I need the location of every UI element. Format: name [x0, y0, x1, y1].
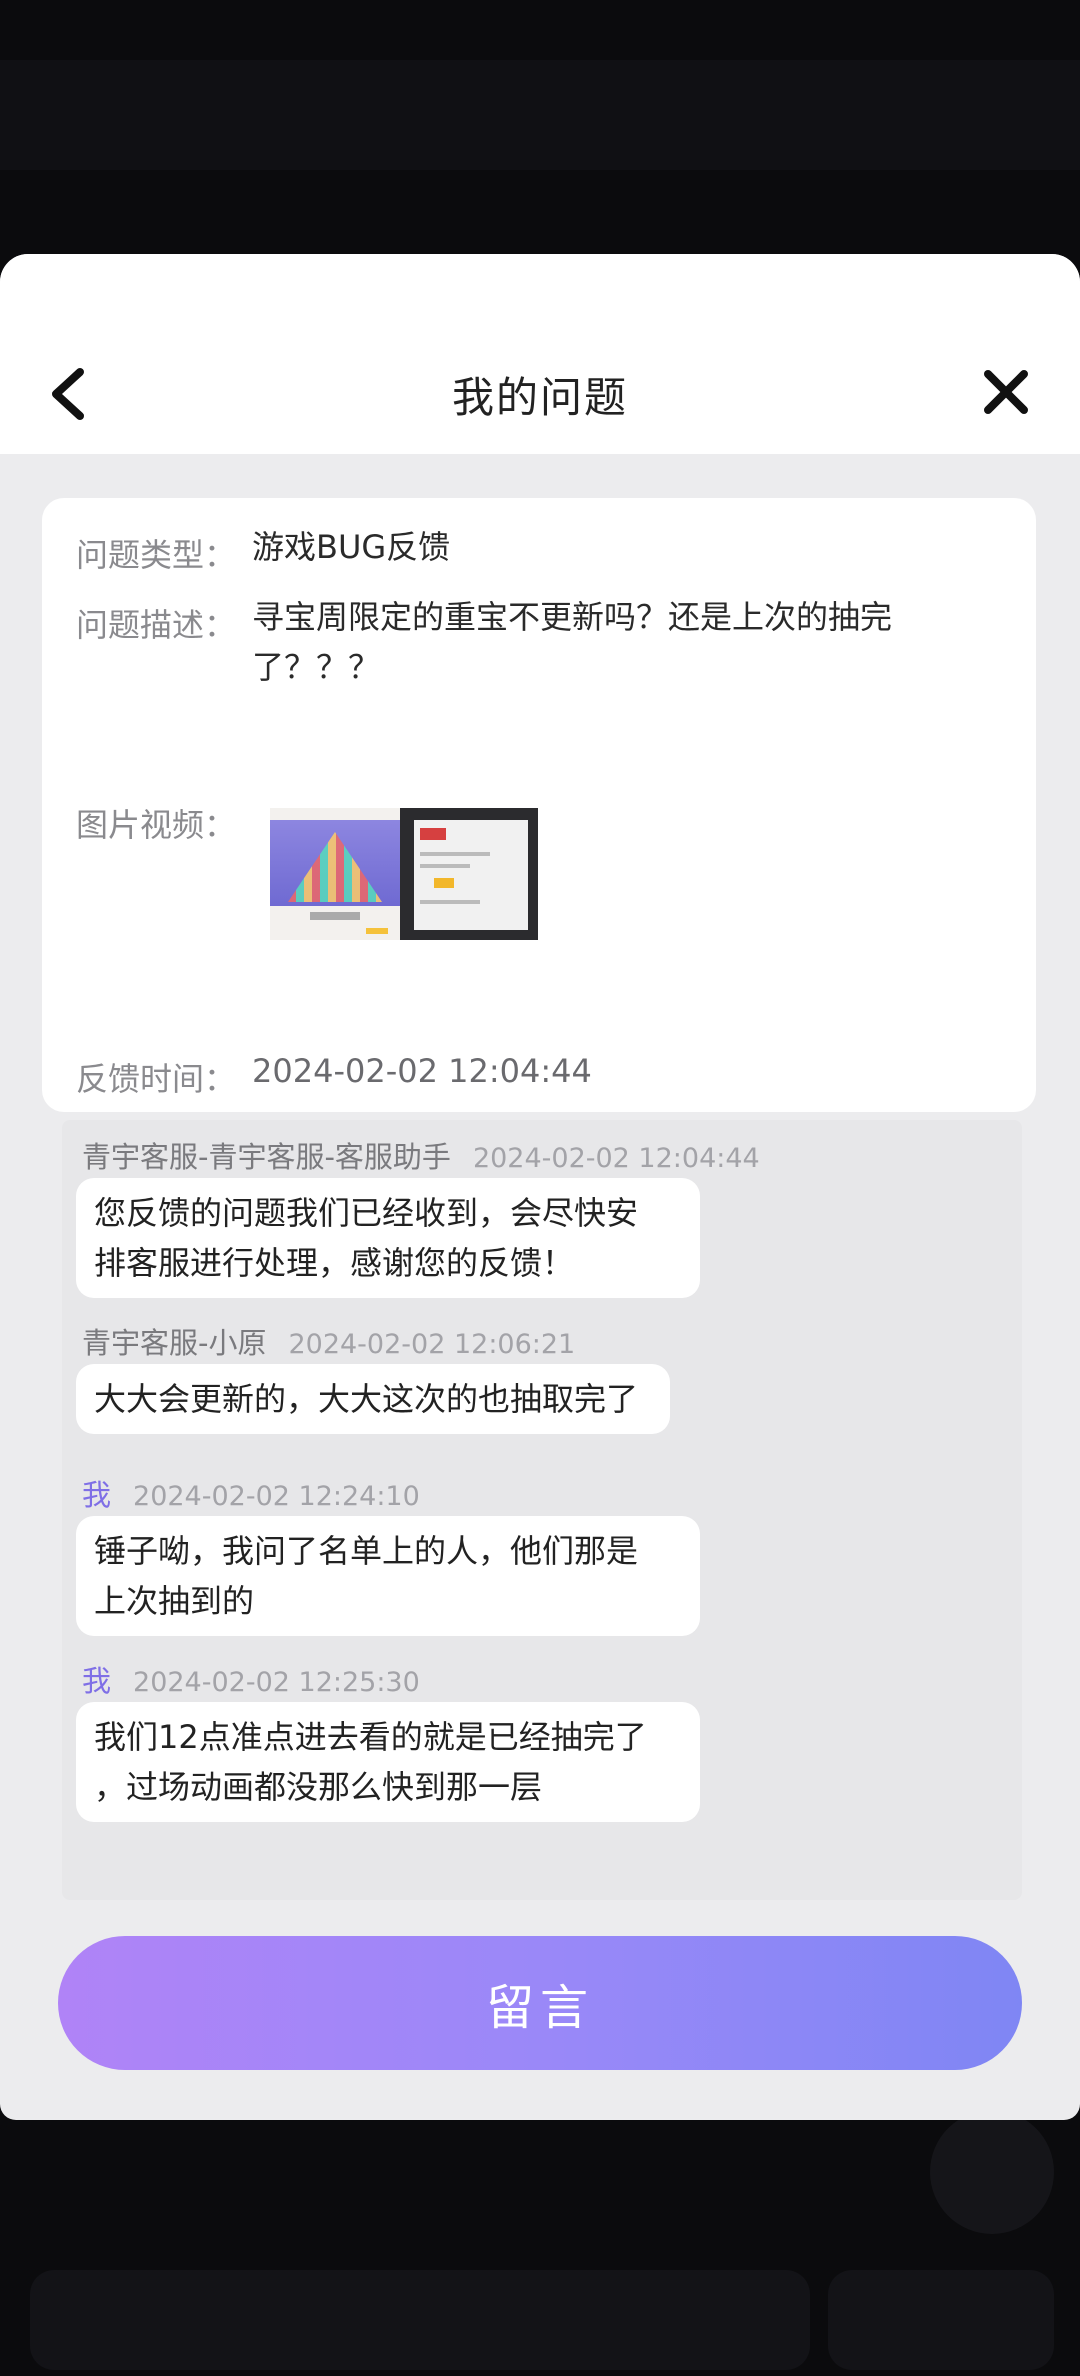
message-text-line: 上次抽到的 [94, 1582, 255, 1620]
message-text-line: 您反馈的问题我们已经收到，会尽快安 [94, 1194, 639, 1232]
message-text-line: ，过场动画都没那么快到那一层 [94, 1768, 543, 1806]
issue-type-label: 问题类型： [76, 536, 237, 574]
message-sender: 青宇客服-小原 [82, 1326, 267, 1360]
message-time: 2024-02-02 12:25:30 [133, 1667, 420, 1698]
my-issue-sheet: 我的问题 问题类型： 游戏BUG反馈 问题描述： 寻宝周限定的重宝不更新吗？还是… [0, 254, 1080, 2120]
message-text-line: 我们12点准点进去看的就是已经抽完了 [94, 1718, 647, 1756]
background-floating-button [930, 2110, 1054, 2234]
message-bubble: 锤子呦，我问了名单上的人，他们那是 上次抽到的 [76, 1516, 700, 1636]
message-sender: 我 [82, 1664, 112, 1698]
background-send-button [828, 2270, 1054, 2370]
message-bubble: 大大会更新的，大大这次的也抽取完了 [76, 1364, 670, 1434]
background-input-bar [30, 2270, 810, 2370]
issue-type-value: 游戏BUG反馈 [252, 528, 451, 566]
feedback-time-label: 反馈时间： [76, 1060, 237, 1098]
message-header: 青宇客服-小原 2024-02-02 12:06:21 [82, 1320, 575, 1362]
message-header: 我 2024-02-02 12:25:30 [82, 1658, 420, 1700]
message-time: 2024-02-02 12:04:44 [472, 1143, 760, 1174]
background-app-header [0, 60, 1080, 170]
message-text-line: 大大会更新的，大大这次的也抽取完了 [94, 1380, 639, 1418]
leave-message-button[interactable]: 留言 [58, 1936, 1022, 2070]
message-text-line: 排客服进行处理，感谢您的反馈！ [94, 1244, 575, 1282]
media-thumbnail-2[interactable] [400, 808, 538, 940]
close-icon[interactable] [980, 366, 1032, 418]
media-thumbnail-1[interactable] [270, 808, 400, 940]
page-title: 我的问题 [451, 373, 628, 422]
issue-desc-label: 问题描述： [76, 606, 237, 644]
message-time: 2024-02-02 12:24:10 [133, 1481, 420, 1512]
issue-desc-value: 寻宝周限定的重宝不更新吗？还是上次的抽完了？？？ [252, 598, 893, 686]
sheet-header: 我的问题 [0, 254, 1080, 454]
message-header: 青宇客服-青宇客服-客服助手 2024-02-02 12:04:44 [82, 1134, 760, 1176]
message-sender: 青宇客服-青宇客服-客服助手 [82, 1140, 451, 1174]
issue-info-card: 问题类型： 游戏BUG反馈 问题描述： 寻宝周限定的重宝不更新吗？还是上次的抽完… [42, 498, 1036, 1112]
issue-media-label: 图片视频： [76, 806, 237, 844]
message-text-line: 锤子呦，我问了名单上的人，他们那是 [94, 1532, 639, 1570]
message-time: 2024-02-02 12:06:21 [288, 1329, 576, 1360]
message-bubble: 我们12点准点进去看的就是已经抽完了 ，过场动画都没那么快到那一层 [76, 1702, 700, 1822]
media-thumbnails [270, 808, 538, 940]
message-header: 我 2024-02-02 12:24:10 [82, 1472, 420, 1514]
feedback-time-value: 2024-02-02 12:04:44 [252, 1052, 592, 1090]
message-sender: 我 [82, 1478, 112, 1512]
message-bubble: 您反馈的问题我们已经收到，会尽快安 排客服进行处理，感谢您的反馈！ [76, 1178, 700, 1298]
reply-thread: 青宇客服-青宇客服-客服助手 2024-02-02 12:04:44 您反馈的问… [62, 1120, 1022, 1900]
